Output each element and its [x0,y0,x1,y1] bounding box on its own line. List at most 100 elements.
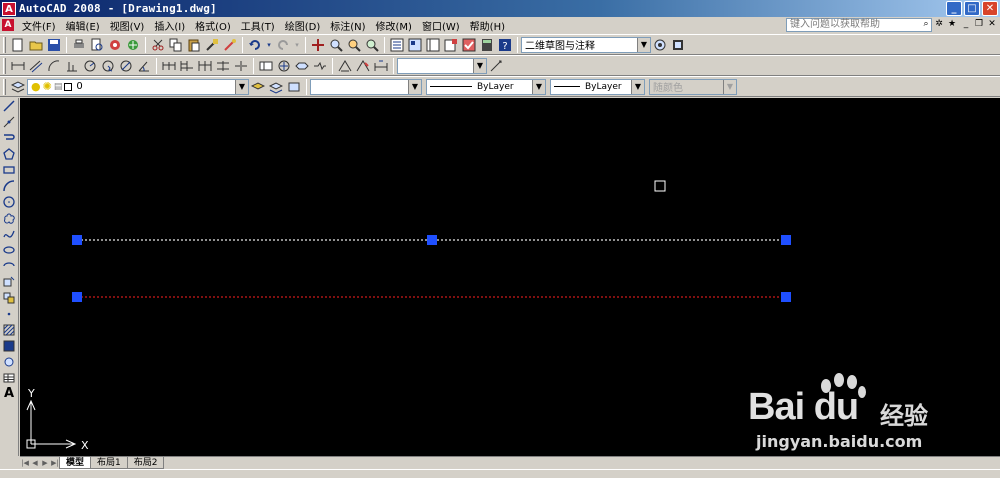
jogged-linear-icon[interactable] [312,58,328,74]
cut-icon[interactable] [150,37,166,53]
next-tab-icon[interactable]: ▶ [40,458,50,469]
communication-center-icon[interactable]: ✲ [933,18,945,31]
help-search-input[interactable]: 键入问题以获取帮助 [786,18,932,32]
redo-dropdown-icon[interactable]: ▾ [293,37,301,53]
quickcalc-icon[interactable] [479,37,495,53]
undo-icon[interactable] [247,37,263,53]
redo-icon[interactable] [275,37,291,53]
multiline-text-icon[interactable]: A [1,387,17,401]
dimension-break-icon[interactable] [233,58,249,74]
print-icon[interactable] [71,37,87,53]
baseline-dimension-icon[interactable] [179,58,195,74]
sheet-set-manager-icon[interactable] [443,37,459,53]
grip-line1-mid[interactable] [427,235,437,245]
menu-file[interactable]: 文件(F) [17,18,61,33]
chevron-down-icon[interactable]: ▼ [637,37,650,52]
markup-set-manager-icon[interactable] [461,37,477,53]
toolbar-grip[interactable] [3,57,6,74]
design-center-icon[interactable] [407,37,423,53]
menu-help[interactable]: 帮助(H) [465,18,510,33]
point-tool-icon[interactable] [1,307,17,321]
match-properties-icon[interactable] [204,37,220,53]
drawing-canvas[interactable]: Y X [20,98,1000,456]
menu-edit[interactable]: 编辑(E) [61,18,105,33]
make-block-icon[interactable] [1,291,17,305]
line-tool-icon[interactable] [1,99,17,113]
dimension-space-icon[interactable] [215,58,231,74]
search-icon[interactable]: ⌕ [920,18,932,31]
block-editor-icon[interactable] [222,37,238,53]
dimension-update-icon[interactable] [373,58,389,74]
3d-dwf-icon[interactable] [125,37,141,53]
favorites-star-icon[interactable]: ★ [946,18,958,31]
layer-select[interactable]: ● ✺ ▤ 0 ▼ [27,78,249,95]
doc-restore-icon[interactable]: ❐ [973,18,985,31]
layer-states-icon[interactable] [286,79,302,95]
zoom-window-icon[interactable] [346,37,362,53]
maximize-button[interactable]: □ [964,1,980,16]
open-folder-icon[interactable] [28,37,44,53]
lineweight-control-select[interactable]: ByLayer ▼ [550,78,645,95]
inspection-icon[interactable] [294,58,310,74]
diameter-dimension-icon[interactable] [118,58,134,74]
tab-layout2[interactable]: 布局2 [126,457,165,469]
autocad-app-icon[interactable]: A [2,1,16,16]
zoom-realtime-icon[interactable] [328,37,344,53]
dimension-style-icon[interactable] [488,58,504,74]
save-icon[interactable] [46,37,62,53]
properties-icon[interactable] [389,37,405,53]
linear-dimension-icon[interactable] [10,58,26,74]
ordinate-dimension-icon[interactable] [64,58,80,74]
grip-line2-end[interactable] [781,292,791,302]
tolerance-icon[interactable] [258,58,274,74]
polygon-tool-icon[interactable] [1,147,17,161]
circle-tool-icon[interactable] [1,195,17,209]
document-icon[interactable]: A [2,19,14,31]
menu-insert[interactable]: 插入(I) [149,18,190,33]
model-space[interactable]: Y X [20,98,1000,456]
sun-icon[interactable]: ✺ [43,80,52,93]
menu-view[interactable]: 视图(V) [105,18,150,33]
dimension-edit-icon[interactable] [337,58,353,74]
table-tool-icon[interactable] [1,371,17,385]
undo-dropdown-icon[interactable]: ▾ [265,37,273,53]
doc-close-icon[interactable]: ✕ [986,18,998,31]
lightbulb-icon[interactable]: ● [31,80,41,93]
dimension-style-select[interactable]: ▼ [397,57,487,74]
publish-icon[interactable] [107,37,123,53]
chevron-down-icon[interactable]: ▼ [235,79,248,94]
tab-layout1[interactable]: 布局1 [90,457,128,469]
chevron-down-icon[interactable]: ▼ [532,79,545,94]
toolbar-grip[interactable] [3,36,6,53]
angular-dimension-icon[interactable] [136,58,152,74]
color-control-select[interactable]: ▼ [310,78,422,95]
help-icon[interactable]: ? [497,37,513,53]
menu-tools[interactable]: 工具(T) [236,18,280,33]
grip-line1-end[interactable] [781,235,791,245]
continue-dimension-icon[interactable] [197,58,213,74]
print-preview-icon[interactable] [89,37,105,53]
tab-model[interactable]: 模型 [59,457,92,469]
new-file-icon[interactable] [10,37,26,53]
ellipse-tool-icon[interactable] [1,243,17,257]
construction-line-icon[interactable] [1,115,17,129]
doc-minimize-icon[interactable]: _ [960,18,972,31]
polyline-tool-icon[interactable] [1,131,17,145]
paste-icon[interactable] [186,37,202,53]
workspace-select[interactable]: 二维草图与注释 ▼ [521,36,651,53]
toolbar-grip[interactable] [3,78,6,95]
prev-tab-icon[interactable]: ◀ [30,458,40,469]
menu-draw[interactable]: 绘图(D) [280,18,326,33]
arc-length-icon[interactable] [46,58,62,74]
close-button[interactable]: ✕ [982,1,998,16]
quick-dimension-icon[interactable] [161,58,177,74]
copy-icon[interactable] [168,37,184,53]
menu-format[interactable]: 格式(O) [190,18,236,33]
chevron-down-icon[interactable]: ▼ [631,79,644,94]
region-tool-icon[interactable] [1,355,17,369]
layer-properties-manager-icon[interactable] [10,79,26,95]
grip-line2-start[interactable] [72,292,82,302]
zoom-previous-icon[interactable] [364,37,380,53]
spline-tool-icon[interactable] [1,227,17,241]
jogged-dimension-icon[interactable] [100,58,116,74]
